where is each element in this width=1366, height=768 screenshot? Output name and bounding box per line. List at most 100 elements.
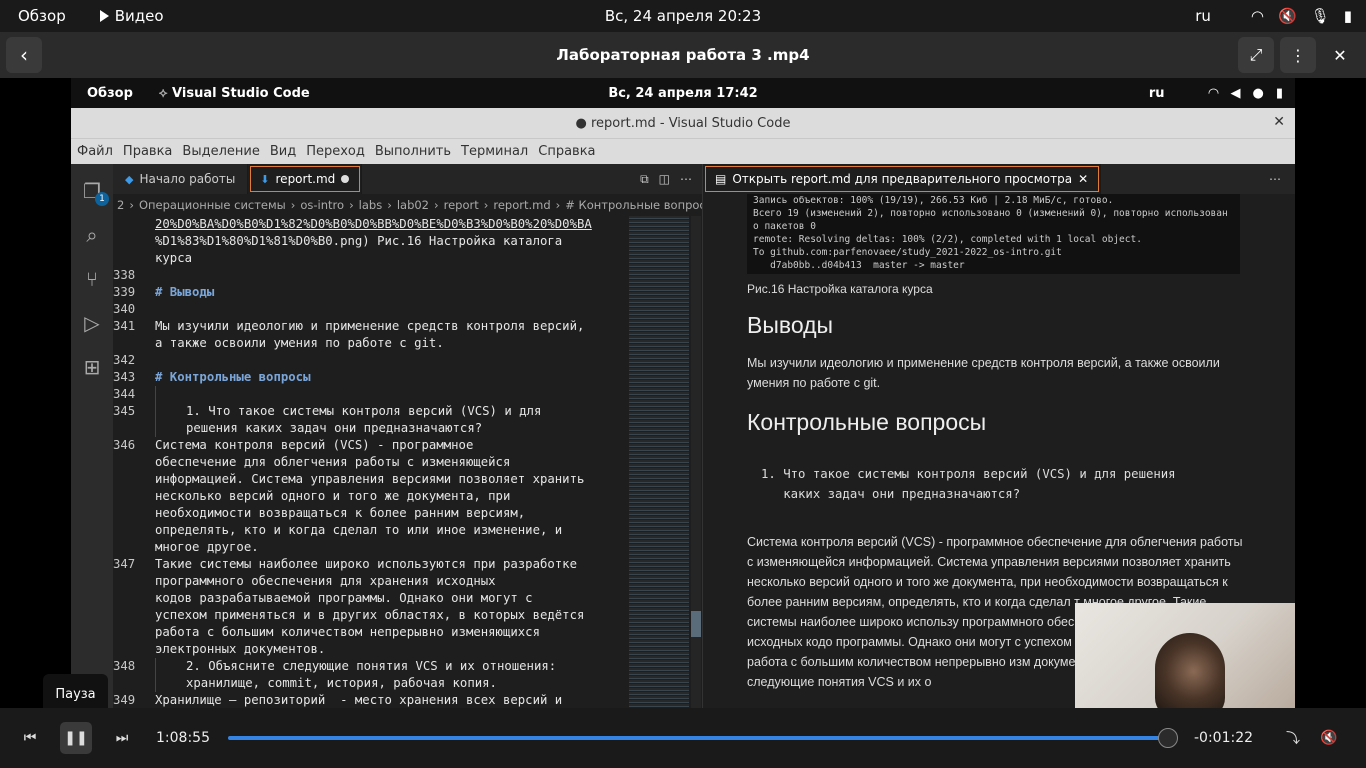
code-line: электронных документов. <box>113 641 623 658</box>
run-debug-icon: ▷ <box>84 311 100 335</box>
line-number: 345 <box>113 404 136 418</box>
code-line: %D1%83%D1%80%D1%81%D0%B0.png) Рис.16 Нас… <box>113 233 623 250</box>
window-close-icon: ✕ <box>1273 114 1285 130</box>
expand-icon: ⤢ <box>1249 45 1263 64</box>
editor-tabs: ◆ Начало работы ⬇ report.md ⧉ ◫ ⋯ <box>113 164 702 194</box>
next-button[interactable]: ⏭ <box>106 722 138 754</box>
code-line: информацией. Система управления версиями… <box>113 471 623 488</box>
volume-muted-icon: 🔇 <box>1320 730 1338 746</box>
kebab-menu-icon: ⋮ <box>1290 45 1306 65</box>
code-line: успехом применяться и в других областях,… <box>113 607 623 624</box>
line-text: информацией. Система управления версиями… <box>155 472 585 486</box>
vscode-titlebar: ● report.md - Visual Studio Code ✕ <box>71 108 1295 138</box>
code-line: 347 Такие системы наиболее широко использ… <box>113 556 623 573</box>
keyboard-layout[interactable]: ru <box>1195 7 1211 25</box>
line-text: программного обеспечения для хранения ис… <box>155 574 496 588</box>
chevron-left-icon: ‹ <box>20 43 28 67</box>
extensions-icon: ⊞ <box>83 355 101 379</box>
player-header: ‹ Лабораторная работа 3 .mp4 ⤢ ⋮ ✕ <box>0 32 1366 78</box>
system-top-bar: Обзор Видео Вс, 24 апреля 20:23 ru ◠ 🔇 🎙… <box>0 0 1366 32</box>
line-text: работа с большим количеством непрерывно … <box>155 625 540 639</box>
preview-icon: ▤ <box>715 172 727 186</box>
activities-button[interactable]: Обзор <box>18 7 66 25</box>
scrollbar-thumb <box>691 611 701 637</box>
activity-bar: ❐ 1 ⌕ ⑂ ▷ ⊞ <box>71 164 113 708</box>
terminal-screenshot: Запись объектов: 100% (19/19), 266.53 Ки… <box>747 194 1240 274</box>
play-icon <box>99 10 109 22</box>
tab-preview: ▤ Открыть report.md для предварительного … <box>703 164 1102 194</box>
line-number <box>113 233 155 250</box>
microphone-icon[interactable]: 🎙 <box>1311 7 1330 25</box>
line-number <box>113 573 155 590</box>
line-number <box>113 607 155 624</box>
app-menu-video[interactable]: Видео <box>99 7 164 25</box>
code-line: 349 Хранилище – репозиторий - место хране… <box>113 692 623 708</box>
menu-run: Выполнить <box>374 144 452 159</box>
line-number <box>113 675 155 692</box>
line-text: 2. Объясните следующие понятия VCS и их … <box>155 658 556 675</box>
menu-terminal: Терминал <box>461 144 529 159</box>
pause-button[interactable]: ❚❚ <box>60 722 92 754</box>
seek-handle[interactable] <box>1158 728 1179 748</box>
line-number: 339 <box>113 285 136 299</box>
code-line: 345 1. Что такое системы контроля версий … <box>113 403 623 420</box>
line-text: а также освоили умения по работе с git. <box>155 336 444 350</box>
line-number <box>113 539 155 556</box>
code-line: необходимости возвращаться к более ранни… <box>113 505 623 522</box>
battery-icon[interactable]: ▮ <box>1344 7 1352 25</box>
paragraph-conclusions: Мы изучили идеологию и применение средст… <box>747 356 1220 390</box>
more-actions-icon: ⋯ <box>680 171 692 186</box>
line-number <box>113 590 155 607</box>
unsaved-dot-icon <box>341 175 350 183</box>
line-text: курса <box>155 251 193 265</box>
clock[interactable]: Вс, 24 апреля 20:23 <box>605 7 761 25</box>
code-line: 348 2. Объясните следующие понятия VCS и … <box>113 658 623 675</box>
volume-muted-icon[interactable]: 🔇 <box>1278 7 1297 25</box>
heading-questions: Контрольные вопросы <box>747 409 987 435</box>
line-text: %D1%83%D1%80%D1%81%D0%B0.png) Рис.16 Нас… <box>155 234 563 248</box>
recorded-top-bar: Обзор ⟡ Visual Studio Code Вс, 24 апреля… <box>71 78 1295 108</box>
line-number <box>113 641 155 658</box>
code-line: решения каких задач они предназначаются? <box>113 420 623 437</box>
mute-button[interactable]: 🔇 <box>1313 722 1345 754</box>
menu-help: Справка <box>538 144 596 159</box>
line-text: электронных документов. <box>155 642 326 656</box>
breadcrumb: 2 › Операционные системы › os-intro › labs ›… <box>117 198 702 212</box>
always-on-top-button[interactable]: ⤵ <box>1277 722 1309 754</box>
video-frame[interactable]: Обзор ⟡ Visual Studio Code Вс, 24 апреля… <box>0 78 1366 708</box>
code-line: 346 Система контроля версий (VCS) - прогр… <box>113 437 623 454</box>
close-button[interactable]: ✕ <box>1322 37 1358 73</box>
line-text: хранилище, commit, история, рабочая копи… <box>155 675 497 692</box>
webcam-overlay <box>1075 603 1295 708</box>
tab-welcome: ◆ Начало работы <box>113 164 249 194</box>
line-number <box>113 216 155 233</box>
line-number: 347 <box>113 557 136 571</box>
close-icon: ✕ <box>1333 45 1347 65</box>
line-text: Система контроля версий (VCS) - программ… <box>155 438 474 452</box>
editor-pane: ◆ Начало работы ⬇ report.md ⧉ ◫ ⋯ 2 › Опера… <box>113 164 703 708</box>
code-line: 339 # Выводы <box>113 284 623 301</box>
skip-forward-icon: ⏭ <box>115 730 129 746</box>
pause-icon: ❚❚ <box>64 730 88 746</box>
explorer-badge: 1 <box>95 192 109 206</box>
seek-bar[interactable] <box>227 728 1179 748</box>
line-text: # Контрольные вопросы <box>155 370 311 384</box>
wifi-icon[interactable]: ◠ <box>1251 7 1264 25</box>
line-text: Мы изучили идеологию и применение средст… <box>155 319 585 333</box>
question-1: 1. Что такое системы контроля версий (VC… <box>761 467 1176 501</box>
line-text: кодов разрабатываемой программы. Однако … <box>155 591 533 605</box>
code-line: 344 <box>113 386 623 403</box>
elapsed-time: 1:08:55 <box>156 730 210 746</box>
previous-button[interactable]: ⏮ <box>14 722 46 754</box>
line-number: 343 <box>113 370 136 384</box>
recorded-wifi-icon: ◠ <box>1208 85 1219 101</box>
code-line: работа с большим количеством непрерывно … <box>113 624 623 641</box>
menu-button[interactable]: ⋮ <box>1280 37 1316 73</box>
code-line: многое другое. <box>113 539 623 556</box>
back-button[interactable]: ‹ <box>6 37 42 73</box>
video-title: Лабораторная работа 3 .mp4 <box>556 46 810 64</box>
figure-caption: Рис.16 Настройка каталога курса <box>747 282 933 296</box>
fullscreen-button[interactable]: ⤢ <box>1238 37 1274 73</box>
line-text: 1. Что такое системы контроля версий (VC… <box>155 403 541 420</box>
line-number: 340 <box>113 302 136 316</box>
